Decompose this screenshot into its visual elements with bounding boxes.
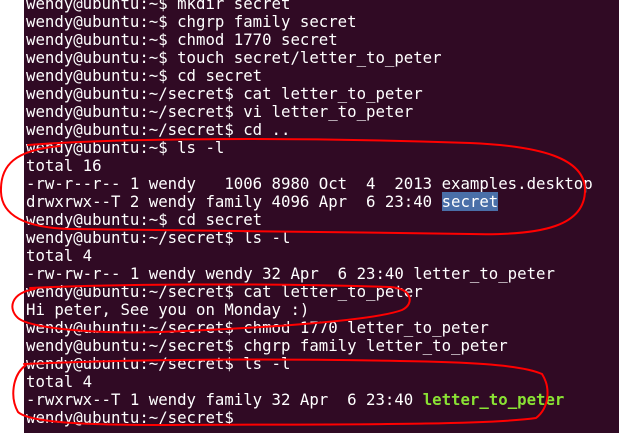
- terminal-text: Hi peter, See you on Monday :): [26, 300, 310, 319]
- terminal-line: wendy@ubuntu:~/secret$ cd ..: [26, 121, 593, 139]
- terminal-line: wendy@ubuntu:~$ ls -l: [26, 139, 593, 157]
- terminal-line: wendy@ubuntu:~$ touch secret/letter_to_p…: [26, 49, 593, 67]
- terminal-line: wendy@ubuntu:~/secret$ chmod 1770 letter…: [26, 319, 593, 337]
- terminal-text: drwxrwx--T 2 wendy family 4096 Apr 6 23:…: [26, 192, 442, 211]
- terminal-text: total 4: [26, 246, 93, 265]
- terminal-line: wendy@ubuntu:~/secret$ ls -l: [26, 355, 593, 373]
- terminal-line: wendy@ubuntu:~/secret$ ls -l: [26, 229, 593, 247]
- terminal-line: total 16: [26, 157, 593, 175]
- terminal-text: wendy@ubuntu:~/secret$ chmod 1770 letter…: [26, 318, 489, 337]
- terminal-text: -rw-rw-r-- 1 wendy wendy 32 Apr 6 23:40 …: [26, 264, 555, 283]
- terminal-text: total 16: [26, 156, 102, 175]
- terminal-text: wendy@ubuntu:~$ chmod 1770 secret: [26, 30, 338, 49]
- executable-filename: letter_to_peter: [422, 390, 565, 409]
- selected-text: secret: [441, 192, 499, 211]
- terminal-line: -rw-rw-r-- 1 wendy wendy 32 Apr 6 23:40 …: [26, 265, 593, 283]
- terminal-line: wendy@ubuntu:~/secret$ cat letter_to_pet…: [26, 85, 593, 103]
- screenshot-frame: wendy@ubuntu:~$ mkdir secret wendy@ubuntu…: [0, 0, 619, 433]
- terminal-text: wendy@ubuntu:~$ cd secret: [26, 66, 263, 85]
- terminal-text: wendy@ubuntu:~/secret$ cd ..: [26, 120, 291, 139]
- terminal-line: wendy@ubuntu:~$ cd secret: [26, 67, 593, 85]
- terminal-text: wendy@ubuntu:~/secret$: [26, 408, 244, 427]
- terminal-text: -rwxrwx--T 1 wendy family 32 Apr 6 23:40: [26, 390, 423, 409]
- terminal-line: -rwxrwx--T 1 wendy family 32 Apr 6 23:40…: [26, 391, 593, 409]
- terminal-line: total 4: [26, 373, 593, 391]
- terminal-text: wendy@ubuntu:~/secret$ vi letter_to_pete…: [26, 102, 414, 121]
- terminal-line: Hi peter, See you on Monday :): [26, 301, 593, 319]
- terminal-line: total 4: [26, 247, 593, 265]
- terminal-text: wendy@ubuntu:~$ cd secret: [26, 210, 263, 229]
- terminal-line: wendy@ubuntu:~$ cd secret: [26, 211, 593, 229]
- terminal-line: -rw-r--r-- 1 wendy 1006 8980 Oct 4 2013 …: [26, 175, 593, 193]
- terminal-text: wendy@ubuntu:~$ touch secret/letter_to_p…: [26, 48, 442, 67]
- terminal-text: wendy@ubuntu:~/secret$ cat letter_to_pet…: [26, 84, 423, 103]
- terminal-text: -rw-r--r-- 1 wendy 1006 8980 Oct 4 2013 …: [26, 174, 593, 193]
- terminal-text: wendy@ubuntu:~$ chgrp family secret: [26, 12, 357, 31]
- terminal-text: wendy@ubuntu:~$ ls -l: [26, 138, 225, 157]
- terminal-text: wendy@ubuntu:~/secret$ chgrp family lett…: [26, 336, 508, 355]
- terminal-text: wendy@ubuntu:~/secret$ cat letter_to_pet…: [26, 282, 423, 301]
- terminal-line: wendy@ubuntu:~$ chgrp family secret: [26, 13, 593, 31]
- terminal-output: wendy@ubuntu:~$ mkdir secret wendy@ubuntu…: [26, 0, 593, 427]
- terminal-text: wendy@ubuntu:~/secret$ ls -l: [26, 354, 291, 373]
- terminal-line: drwxrwx--T 2 wendy family 4096 Apr 6 23:…: [26, 192, 593, 211]
- terminal-line: wendy@ubuntu:~$ chmod 1770 secret: [26, 31, 593, 49]
- terminal-line: wendy@ubuntu:~/secret$ chgrp family lett…: [26, 337, 593, 355]
- terminal-line: wendy@ubuntu:~/secret$ vi letter_to_pete…: [26, 103, 593, 121]
- terminal-line: wendy@ubuntu:~/secret$ cat letter_to_pet…: [26, 283, 593, 301]
- terminal-text: wendy@ubuntu:~/secret$ ls -l: [26, 228, 291, 247]
- terminal-window[interactable]: wendy@ubuntu:~$ mkdir secret wendy@ubuntu…: [24, 0, 619, 433]
- terminal-text: total 4: [26, 372, 93, 391]
- terminal-line: wendy@ubuntu:~/secret$: [26, 409, 593, 427]
